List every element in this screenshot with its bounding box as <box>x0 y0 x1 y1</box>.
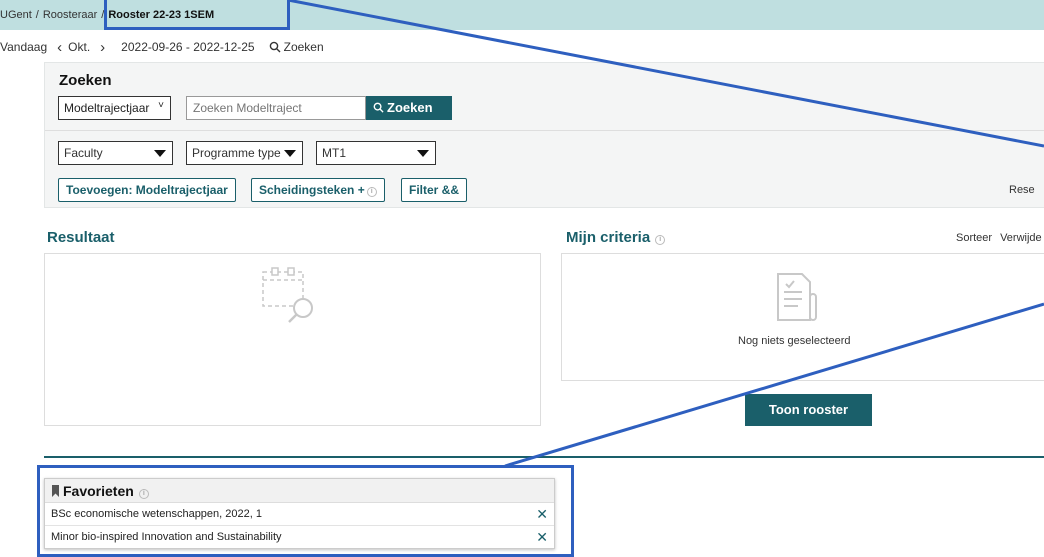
info-icon: i <box>655 235 666 245</box>
search-button[interactable]: Zoeken <box>366 96 452 120</box>
remove-link[interactable]: Verwijde <box>1000 232 1042 244</box>
highlight-box-favorites <box>37 465 574 557</box>
date-navigation: Vandaag ‹ Okt. › 2022-09-26 - 2022-12-25… <box>0 38 334 56</box>
breadcrumb-ugent[interactable]: UGent <box>0 9 32 21</box>
faculty-dropdown-value: Faculty <box>64 146 103 160</box>
info-icon: i <box>366 187 377 197</box>
criteria-actions: Sorteer Verwijde <box>956 232 1044 244</box>
search-type-value: Modeltrajectjaar <box>64 101 150 115</box>
caret-down-icon <box>284 150 296 157</box>
date-range: 2022-09-26 - 2022-12-25 <box>121 40 255 54</box>
breadcrumb-separator: / <box>35 9 39 21</box>
add-modeltrajectjaar-button[interactable]: Toevoegen: Modeltrajectjaar <box>58 178 236 202</box>
document-icon <box>777 273 817 321</box>
chevron-right-icon: › <box>100 38 106 56</box>
add-modeltrajectjaar-label: Toevoegen: Modeltrajectjaar <box>66 183 228 197</box>
criteria-title: Mijn criteria i <box>566 229 666 246</box>
chevron-down-icon: ˅ <box>158 100 164 111</box>
filter-and-label: Filter && <box>409 183 460 197</box>
search-icon <box>373 102 384 113</box>
mt-dropdown[interactable]: MT1 <box>316 141 436 165</box>
nav-search-label: Zoeken <box>283 40 324 54</box>
prev-month-button[interactable]: ‹ Okt. <box>57 40 90 55</box>
caret-down-icon <box>154 150 166 157</box>
search-panel-title: Zoeken <box>59 72 112 89</box>
next-month-button[interactable]: › <box>100 40 111 55</box>
caret-down-icon <box>417 150 429 157</box>
section-divider <box>44 456 1044 458</box>
search-type-select[interactable]: Modeltrajectjaar ˅ <box>58 96 171 120</box>
reset-link[interactable]: Rese <box>1009 184 1035 196</box>
faculty-dropdown[interactable]: Faculty <box>58 141 173 165</box>
separator-button-label: Scheidingsteken + <box>259 183 365 197</box>
chevron-left-icon: ‹ <box>57 38 63 56</box>
today-button[interactable]: Vandaag <box>0 40 47 54</box>
search-button-label: Zoeken <box>387 100 433 115</box>
highlight-box-breadcrumb <box>104 0 290 30</box>
result-box <box>44 253 541 426</box>
calendar-search-icon <box>262 267 313 323</box>
show-schedule-button[interactable]: Toon rooster <box>745 394 872 426</box>
search-icon <box>269 41 281 53</box>
search-panel: Zoeken Modeltrajectjaar ˅ Zoeken Faculty… <box>44 62 1044 208</box>
nav-search-button[interactable]: Zoeken <box>269 40 324 54</box>
programme-type-dropdown[interactable]: Programme type <box>186 141 303 165</box>
criteria-empty-text: Nog niets geselecteerd <box>738 335 851 347</box>
sort-link[interactable]: Sorteer <box>956 232 992 244</box>
panel-divider <box>45 130 1044 131</box>
criteria-title-label: Mijn criteria <box>566 229 651 246</box>
programme-type-dropdown-value: Programme type <box>192 146 281 160</box>
criteria-box: Nog niets geselecteerd <box>561 253 1044 381</box>
result-title: Resultaat <box>47 229 115 246</box>
breadcrumb-roosteraar[interactable]: Roosteraar <box>43 9 97 21</box>
search-input[interactable] <box>186 96 366 120</box>
mt-dropdown-value: MT1 <box>322 146 346 160</box>
separator-button[interactable]: Scheidingsteken + i <box>251 178 385 202</box>
month-label: Okt. <box>68 40 91 54</box>
filter-and-button[interactable]: Filter && <box>401 178 468 202</box>
